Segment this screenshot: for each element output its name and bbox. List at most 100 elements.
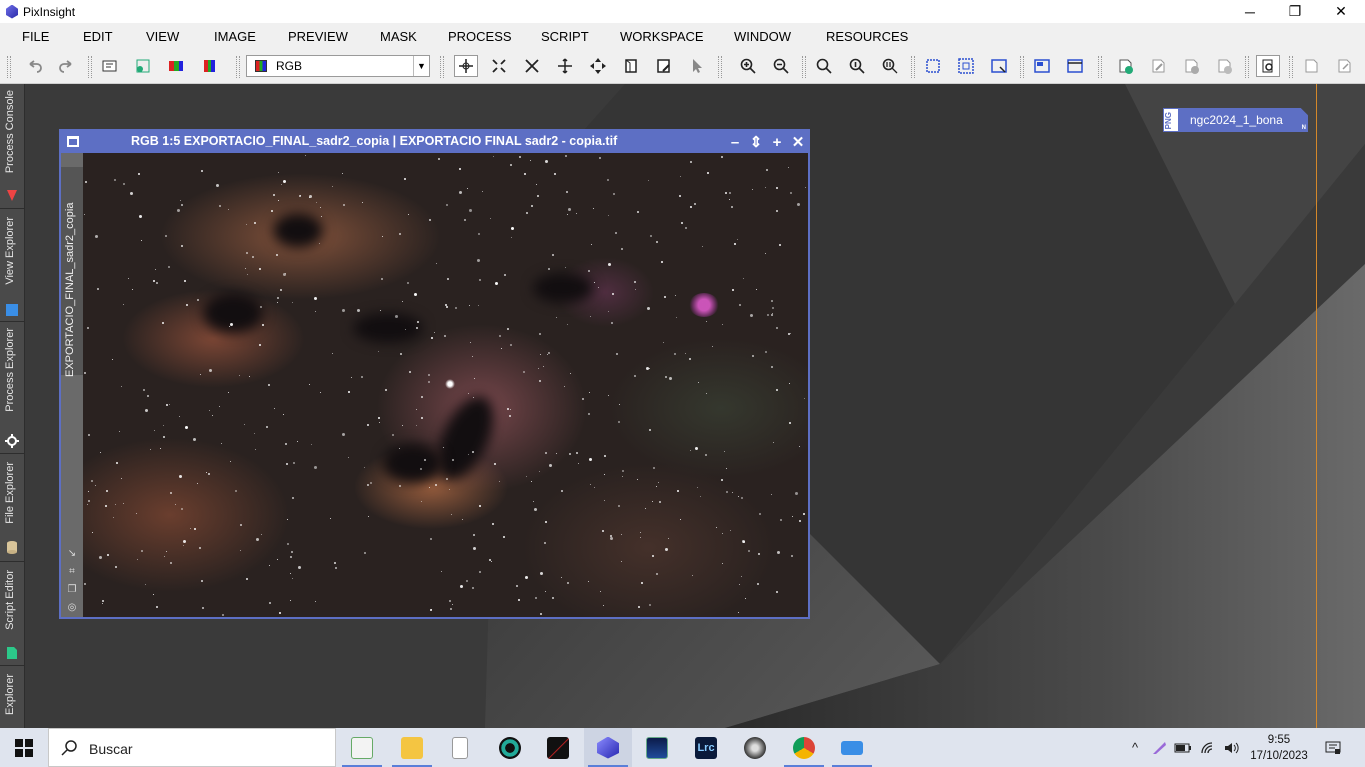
new-image-icon[interactable] <box>131 55 155 77</box>
image-icon-ngc2024[interactable]: PNG ngc2024_1_bona N <box>1163 108 1308 132</box>
taskbar-app-lightroom[interactable]: Lrc <box>682 728 730 767</box>
star <box>804 398 805 399</box>
taskbar-app-curve[interactable] <box>534 728 582 767</box>
zoom-to-fit-icon[interactable] <box>487 55 511 77</box>
mask-icon[interactable]: ◎ <box>66 601 78 613</box>
rgb-channels-icon[interactable] <box>164 55 188 77</box>
new-preview-icon[interactable] <box>619 55 643 77</box>
star <box>568 208 571 211</box>
zoom-out-icon[interactable] <box>769 55 793 77</box>
star <box>165 235 167 237</box>
taskbar-clock[interactable]: 9:55 17/10/2023 <box>1246 732 1312 764</box>
tab-explorer[interactable]: Explorer <box>0 666 25 728</box>
taskbar-app-target[interactable] <box>486 728 534 767</box>
tab-file-explorer[interactable]: File Explorer <box>0 454 25 562</box>
battery-icon[interactable] <box>1172 728 1194 767</box>
window-arrow-icon[interactable] <box>987 55 1011 77</box>
zoom-1-1-icon[interactable] <box>812 55 836 77</box>
tab-view-explorer[interactable]: View Explorer <box>0 209 25 322</box>
import-icon[interactable] <box>1299 55 1323 77</box>
maximize-view-icon[interactable] <box>1063 55 1087 77</box>
export-icon[interactable] <box>1332 55 1356 77</box>
taskbar-app-astro[interactable] <box>633 728 681 767</box>
star <box>478 305 479 306</box>
taskbar-app-document[interactable] <box>436 728 484 767</box>
tray-chevron-up-icon[interactable]: ^ <box>1125 728 1145 767</box>
undo-icon[interactable] <box>22 55 46 77</box>
move-icon[interactable] <box>586 55 610 77</box>
image-window[interactable]: RGB 1:5 EXPORTACIO_FINAL_sadr2_copia | E… <box>59 129 810 619</box>
edit-instance-icon[interactable] <box>1146 55 1170 77</box>
channel-extract-icon[interactable] <box>197 55 221 77</box>
toolbar-handle[interactable] <box>7 56 11 78</box>
menu-process[interactable]: PROCESS <box>448 29 512 44</box>
star <box>100 452 101 453</box>
tab-process-console[interactable]: Process Console <box>0 84 25 209</box>
astro-image[interactable] <box>83 153 808 617</box>
window-menu-icon[interactable] <box>67 136 79 147</box>
menu-edit[interactable]: EDIT <box>83 29 113 44</box>
channel-select[interactable]: RGB ▼ <box>246 55 430 77</box>
pointer-icon[interactable] <box>685 55 709 77</box>
zoom-2-1-icon[interactable] <box>878 55 902 77</box>
search-process-icon[interactable] <box>1256 55 1280 77</box>
star <box>473 547 476 550</box>
tab-process-explorer[interactable]: Process Explorer <box>0 322 25 454</box>
windows-start-button[interactable] <box>0 728 48 767</box>
taskbar-app-notepad[interactable] <box>338 728 386 767</box>
new-instance-icon[interactable] <box>1113 55 1137 77</box>
star <box>130 192 133 195</box>
pan-icon[interactable] <box>553 55 577 77</box>
taskbar-app-explorer[interactable] <box>388 728 436 767</box>
minimize-button[interactable]: ─ <box>1227 0 1273 23</box>
taskbar-app-pixinsight[interactable] <box>584 728 632 767</box>
taskbar-app-galaxy[interactable] <box>731 728 779 767</box>
star <box>658 482 659 483</box>
menu-preview[interactable]: PREVIEW <box>288 29 348 44</box>
speaker-icon[interactable] <box>1220 728 1242 767</box>
notifications-icon[interactable] <box>1320 728 1346 767</box>
menu-workspace[interactable]: WORKSPACE <box>620 29 704 44</box>
fit-view-icon[interactable] <box>921 55 945 77</box>
taskbar-app-window[interactable] <box>828 728 876 767</box>
chevron-down-icon[interactable]: ▼ <box>413 56 429 76</box>
toolbar-separator <box>1289 56 1293 78</box>
star <box>494 463 496 465</box>
taskbar-app-chrome[interactable] <box>780 728 828 767</box>
menu-view[interactable]: VIEW <box>146 29 179 44</box>
maximize-window-button[interactable]: + <box>768 133 786 151</box>
edit-preview-icon[interactable] <box>652 55 676 77</box>
remove-instance-icon[interactable] <box>1212 55 1236 77</box>
menu-window[interactable]: WINDOW <box>734 29 791 44</box>
cascade-icon[interactable] <box>1030 55 1054 77</box>
add-instance-icon[interactable] <box>1179 55 1203 77</box>
menu-resources[interactable]: RESOURCES <box>826 29 908 44</box>
restore-button[interactable]: ⇕ <box>747 133 765 151</box>
zoom-frame-icon[interactable]: ⌗ <box>66 565 78 577</box>
shrink-icon[interactable] <box>520 55 544 77</box>
close-button[interactable]: ✕ <box>1318 0 1364 23</box>
image-window-titlebar[interactable]: RGB 1:5 EXPORTACIO_FINAL_sadr2_copia | E… <box>61 131 808 153</box>
menu-image[interactable]: IMAGE <box>214 29 256 44</box>
star <box>290 600 291 601</box>
clone-icon[interactable]: ❐ <box>66 583 78 595</box>
image-properties-icon[interactable] <box>98 55 122 77</box>
tab-script-editor[interactable]: Script Editor <box>0 562 25 666</box>
star <box>663 342 664 343</box>
readout-mode-icon[interactable] <box>454 55 478 77</box>
pen-icon[interactable] <box>1148 728 1170 767</box>
menu-script[interactable]: SCRIPT <box>541 29 589 44</box>
fit-window-icon[interactable] <box>954 55 978 77</box>
zoom-1-2-icon[interactable] <box>845 55 869 77</box>
close-window-button[interactable]: ✕ <box>789 133 807 151</box>
taskbar-search[interactable]: Buscar <box>48 728 336 767</box>
drag-icon[interactable]: ↘ <box>66 547 78 559</box>
maximize-button[interactable]: ❐ <box>1272 0 1318 23</box>
star <box>545 521 547 523</box>
redo-icon[interactable] <box>55 55 79 77</box>
wifi-icon[interactable] <box>1197 728 1219 767</box>
zoom-in-icon[interactable] <box>736 55 760 77</box>
menu-mask[interactable]: MASK <box>380 29 417 44</box>
menu-file[interactable]: FILE <box>22 29 49 44</box>
shade-button[interactable]: – <box>726 133 744 151</box>
